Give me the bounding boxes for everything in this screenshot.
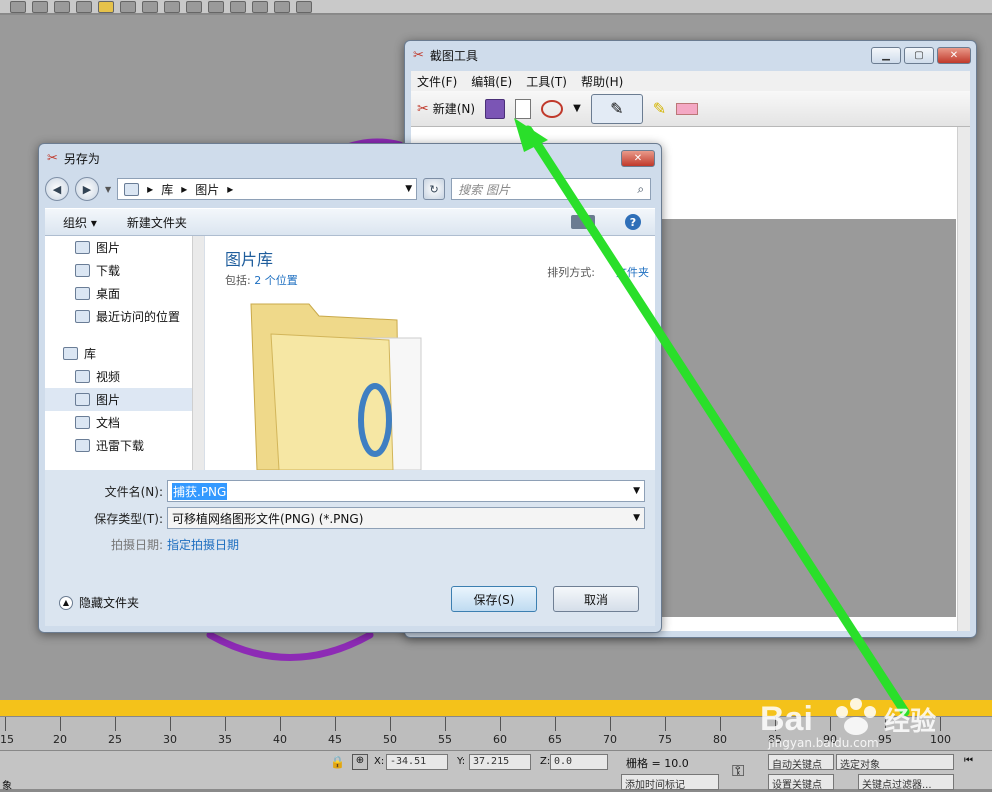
annotation-arrow <box>514 118 910 717</box>
svg-text:经验: 经验 <box>884 706 936 737</box>
svg-text:Bai: Bai <box>760 700 813 738</box>
baidu-watermark: Bai 经验 jingyan.baidu.com <box>760 690 950 750</box>
watermark-url: jingyan.baidu.com <box>768 736 879 750</box>
